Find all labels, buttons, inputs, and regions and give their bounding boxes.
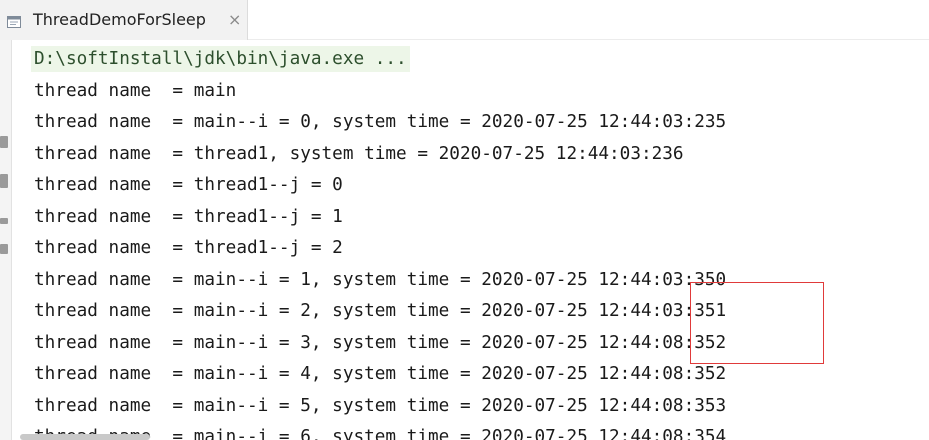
console-toolbar-gutter	[0, 40, 12, 440]
console-line: thread name = main--i = 5, system time =…	[34, 396, 727, 416]
horizontal-scrollbar[interactable]	[20, 434, 150, 440]
print-icon[interactable]	[0, 218, 8, 224]
step-icon[interactable]	[0, 136, 8, 148]
console-output[interactable]: D:\softInstall\jdk\bin\java.exe ... thre…	[12, 40, 929, 440]
wrap-icon[interactable]	[0, 174, 8, 188]
tab-bar: ThreadDemoForSleep ×	[0, 0, 929, 40]
console-line: thread name = main--i = 4, system time =…	[34, 364, 727, 384]
pin-icon[interactable]	[0, 244, 8, 254]
close-icon[interactable]: ×	[228, 11, 241, 29]
console-line: thread name = thread1--j = 2	[34, 238, 343, 258]
console-line: thread name = thread1, system time = 202…	[34, 144, 684, 164]
console-line: thread name = main--i = 2, system time =…	[34, 301, 727, 321]
tab-label: ThreadDemoForSleep	[33, 10, 206, 29]
console-line: thread name = main	[34, 81, 237, 101]
console-line: thread name = main--i = 1, system time =…	[34, 270, 727, 290]
console-line: thread name = main--i = 3, system time =…	[34, 333, 727, 353]
tab-thread-demo-for-sleep[interactable]: ThreadDemoForSleep ×	[0, 0, 248, 40]
console-line: thread name = thread1--j = 1	[34, 207, 343, 227]
command-line[interactable]: D:\softInstall\jdk\bin\java.exe ...	[31, 46, 410, 72]
console-window-icon	[7, 13, 21, 28]
console-line: thread name = main--i = 0, system time =…	[34, 112, 727, 132]
console-line: thread name = thread1--j = 0	[34, 175, 343, 195]
